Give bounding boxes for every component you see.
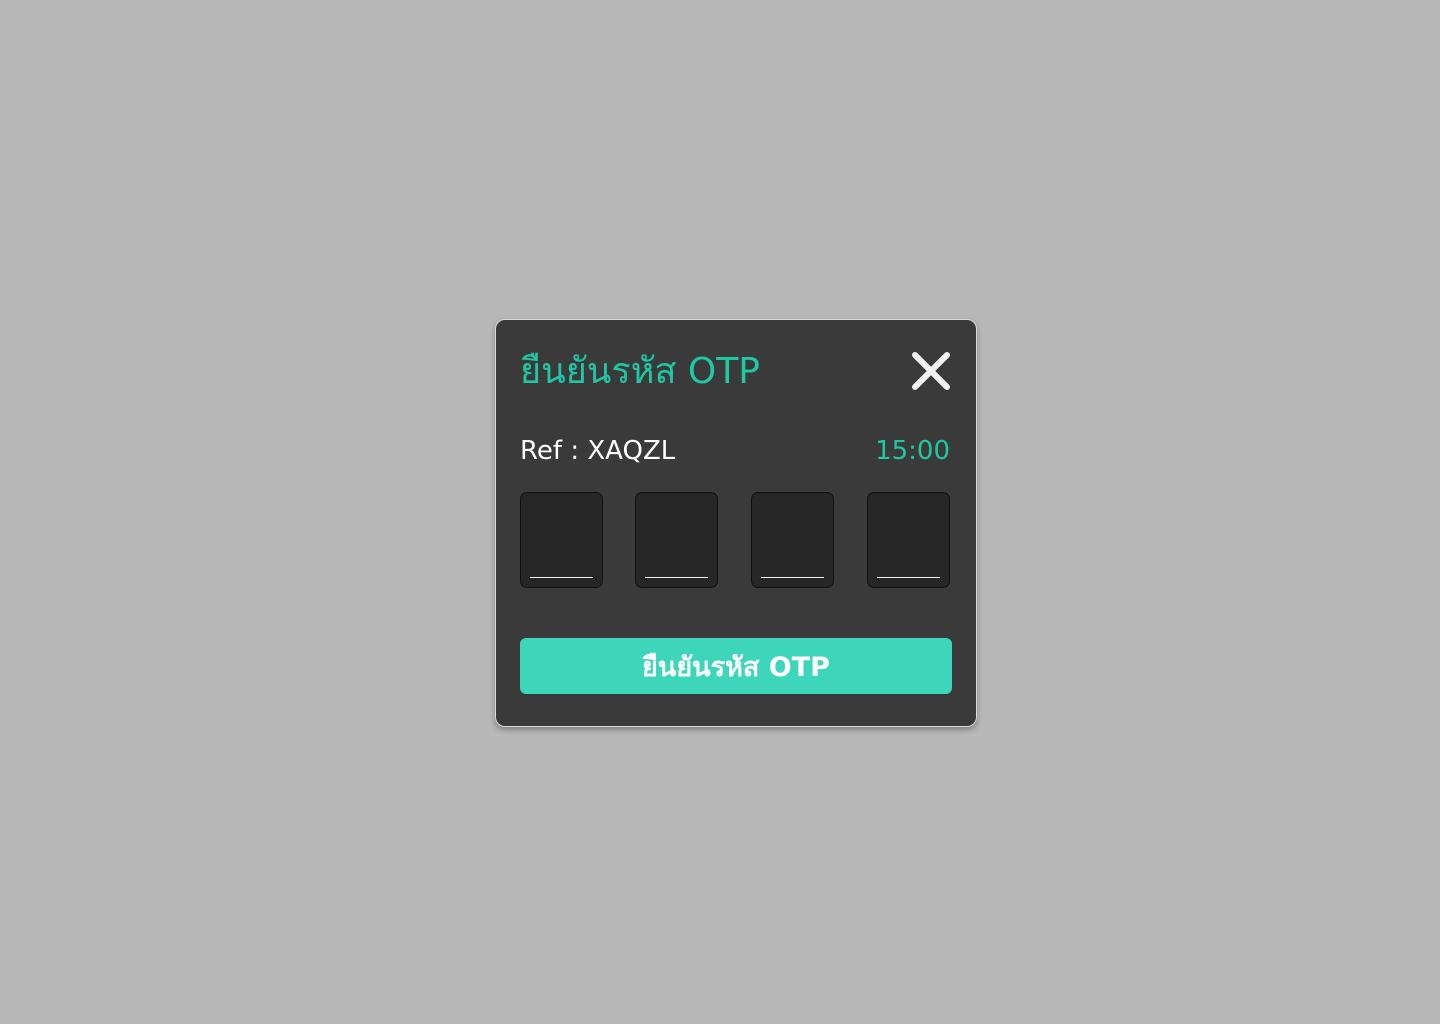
otp-digit-box-3[interactable] bbox=[751, 492, 834, 588]
otp-digit-box-4[interactable] bbox=[867, 492, 950, 588]
otp-digit-underline bbox=[877, 577, 940, 578]
ref-separator: : bbox=[570, 436, 580, 466]
otp-digit-underline bbox=[761, 577, 824, 578]
ref-code: XAQZL bbox=[587, 436, 676, 466]
otp-digit-box-2[interactable] bbox=[635, 492, 718, 588]
close-button[interactable] bbox=[910, 350, 952, 392]
otp-digit-underline bbox=[530, 577, 593, 578]
confirm-otp-button[interactable]: ยืนยันรหัส OTP bbox=[520, 638, 952, 694]
ref-label: Ref bbox=[520, 436, 563, 466]
otp-digit-box-1[interactable] bbox=[520, 492, 603, 588]
otp-digit-underline bbox=[645, 577, 708, 578]
otp-digit-input-2[interactable] bbox=[636, 493, 717, 587]
otp-modal: ยืนยันรหัส OTP Ref : XAQZL 15:00 ยืนยันร… bbox=[495, 319, 977, 727]
modal-title: ยืนยันรหัส OTP bbox=[520, 351, 760, 392]
countdown-timer: 15:00 bbox=[875, 436, 950, 466]
close-icon bbox=[910, 350, 952, 392]
otp-digit-input-3[interactable] bbox=[752, 493, 833, 587]
otp-digit-input-1[interactable] bbox=[521, 493, 602, 587]
otp-digit-input-4[interactable] bbox=[868, 493, 949, 587]
ref-row: Ref : XAQZL bbox=[520, 432, 675, 470]
